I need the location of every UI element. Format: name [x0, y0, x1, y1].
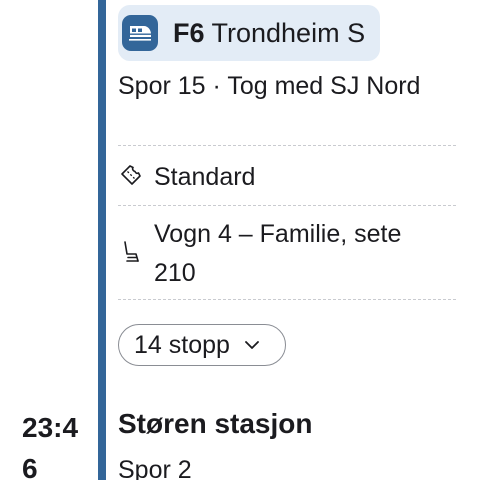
- seat-assignment: Vogn 4 – Familie, sete 210: [154, 220, 402, 287]
- divider: [118, 205, 456, 206]
- seat-icon: [118, 215, 154, 265]
- ticket-icon: [118, 158, 154, 188]
- seat-row: Vogn 4 – Familie, sete 210: [118, 215, 444, 293]
- show-stops-button[interactable]: 14 stopp: [118, 324, 286, 366]
- stop-track: Spor 2: [118, 456, 192, 480]
- train-icon: [122, 15, 158, 51]
- destination: Trondheim S: [211, 17, 366, 48]
- chevron-down-icon: [244, 340, 260, 350]
- stop-name: Støren stasjon: [118, 408, 313, 439]
- route-timeline: [98, 0, 106, 480]
- journey-detail: F6 Trondheim S Spor 15 · Tog med SJ Nord…: [0, 0, 480, 480]
- track-info: Spor 15 · Tog med SJ Nord: [118, 72, 421, 100]
- divider: [118, 299, 456, 300]
- arrival-time: 23:46: [22, 412, 79, 480]
- stops-count-label: 14 stopp: [134, 330, 230, 359]
- divider: [118, 145, 456, 146]
- line-chip: F6 Trondheim S: [118, 5, 380, 61]
- ticket-class: Standard: [154, 163, 256, 191]
- line-code: F6: [173, 17, 205, 48]
- ticket-class-row: Standard: [118, 158, 255, 197]
